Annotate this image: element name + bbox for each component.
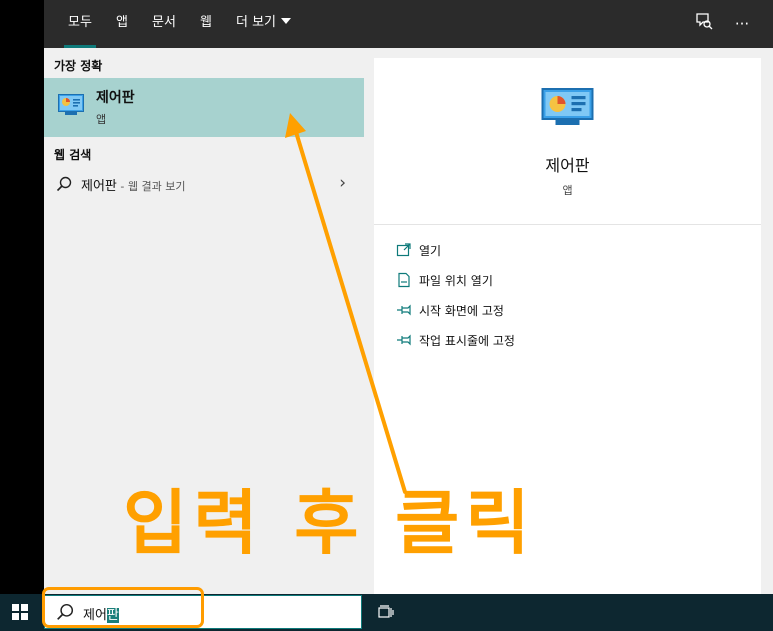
tab-more-label: 더 보기 xyxy=(236,15,277,30)
web-search-suffix: - 웹 결과 보기 xyxy=(116,180,186,193)
web-search-heading: 웹 검색 xyxy=(54,148,92,162)
chevron-right-icon: › xyxy=(339,173,346,193)
caret-down-icon xyxy=(281,18,292,24)
tab-all[interactable]: 모두 xyxy=(64,0,96,48)
windows-logo-icon[interactable] xyxy=(12,604,28,620)
desktop-edge xyxy=(0,0,44,594)
web-search-item[interactable]: 제어판 - 웹 결과 보기 › xyxy=(44,169,364,199)
ellipsis-icon[interactable]: ··· xyxy=(730,12,754,36)
preview-divider xyxy=(374,224,761,225)
best-match-subtitle: 앱 xyxy=(96,113,107,126)
task-view-icon-svg xyxy=(378,605,394,618)
preview-title: 제어판 xyxy=(545,156,590,175)
pin-icon xyxy=(397,334,411,346)
best-match-control-panel[interactable]: 제어판 앱 xyxy=(44,78,364,137)
best-match-title: 제어판 xyxy=(96,90,135,106)
action-file-location-label: 파일 위치 열기 xyxy=(419,274,493,288)
control-panel-icon xyxy=(58,94,84,115)
open-icon xyxy=(396,243,411,257)
search-icon xyxy=(56,176,72,192)
file-location-icon xyxy=(398,272,410,288)
task-view-icon[interactable] xyxy=(378,604,394,624)
action-pin-start-label: 시작 화면에 고정 xyxy=(419,304,504,318)
web-search-query: 제어판 - 웹 결과 보기 xyxy=(81,175,185,194)
feedback-icon[interactable] xyxy=(692,12,716,36)
tab-apps[interactable]: 앱 xyxy=(116,0,128,48)
search-tabs-bar: 모두 앱 문서 웹 더 보기 ··· xyxy=(44,0,773,48)
annotation-label: 입력 후 클릭 xyxy=(123,482,536,564)
feedback-icon-svg xyxy=(696,13,713,30)
action-pin-taskbar-label: 작업 표시줄에 고정 xyxy=(419,334,515,348)
action-pin-taskbar[interactable]: 작업 표시줄에 고정 xyxy=(396,332,515,356)
best-match-heading: 가장 정확 xyxy=(54,59,103,73)
annotation-highlight-box xyxy=(42,587,204,628)
action-pin-start[interactable]: 시작 화면에 고정 xyxy=(396,302,504,326)
tab-more[interactable]: 더 보기 xyxy=(236,0,292,48)
action-open-label: 열기 xyxy=(419,244,442,258)
action-open[interactable]: 열기 xyxy=(396,242,441,266)
pin-icon xyxy=(397,304,411,316)
tab-documents[interactable]: 문서 xyxy=(152,0,176,48)
web-search-query-text: 제어판 xyxy=(81,179,117,194)
preview-subtitle: 앱 xyxy=(562,184,573,197)
action-file-location[interactable]: 파일 위치 열기 xyxy=(396,272,493,296)
control-panel-large-icon xyxy=(541,88,594,125)
tab-web[interactable]: 웹 xyxy=(200,0,212,48)
